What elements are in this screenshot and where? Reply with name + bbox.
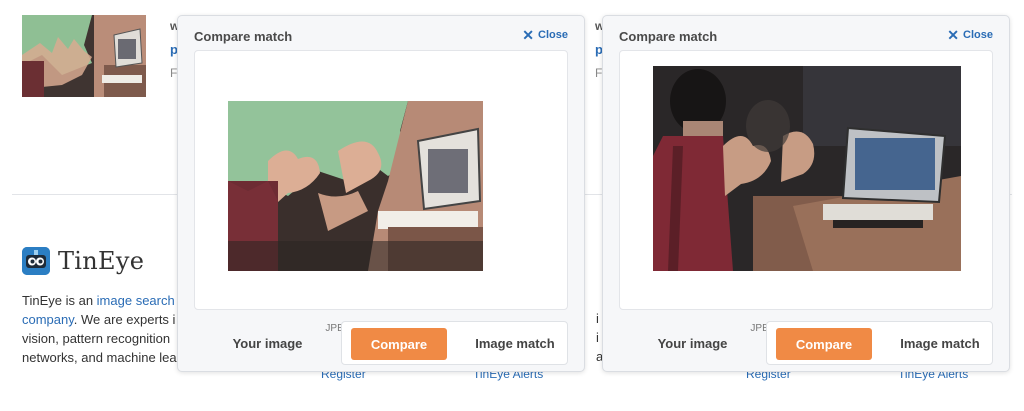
about-line2: . We are experts i — [73, 312, 176, 327]
image-match-button[interactable]: Image match — [887, 321, 993, 365]
close-icon: ✕ — [947, 26, 960, 43]
logo-text: TinEye — [58, 247, 145, 275]
about-line3: vision, pattern recognition — [22, 331, 171, 346]
compare-toggle: Your image Compare Image match — [619, 321, 993, 365]
your-image — [228, 101, 483, 271]
your-image-button[interactable]: Your image — [619, 321, 766, 365]
tineye-robot-icon — [22, 247, 50, 275]
result-thumbnail[interactable] — [22, 15, 146, 97]
image-search-link[interactable]: image search — [97, 293, 175, 308]
compare-toggle: Your image Compare Image match — [194, 321, 568, 365]
about-text: TinEye is an image search company. We ar… — [22, 291, 187, 367]
image-match-button[interactable]: Image match — [462, 321, 568, 365]
modal-title: Compare match — [194, 29, 293, 44]
match-image — [653, 66, 961, 271]
modal-title: Compare match — [619, 29, 718, 44]
about-line4: networks, and machine lea — [22, 350, 177, 365]
your-image-button[interactable]: Your image — [194, 321, 341, 365]
close-icon: ✕ — [522, 26, 535, 43]
close-button[interactable]: ✕ Close — [522, 26, 568, 43]
company-link[interactable]: company — [22, 312, 74, 327]
image-panel: JPEG, 800x533, 92.4 KB — [194, 50, 568, 334]
compare-button[interactable]: Compare — [776, 328, 872, 360]
compare-button[interactable]: Compare — [351, 328, 447, 360]
compare-match-modal: Compare match ✕ Close JPEG, 800x533, 9 — [177, 15, 585, 372]
compare-match-modal-2: Compare match ✕ Close JPEG, Your image C… — [602, 15, 1010, 372]
about-prefix: TinEye is an — [22, 293, 97, 308]
close-button[interactable]: ✕ Close — [947, 26, 993, 43]
tineye-logo[interactable]: TinEye — [22, 247, 144, 275]
image-panel: JPEG, 990x660, 72.7 KB — [619, 50, 993, 334]
close-label: Close — [538, 29, 568, 41]
close-label: Close — [963, 29, 993, 41]
